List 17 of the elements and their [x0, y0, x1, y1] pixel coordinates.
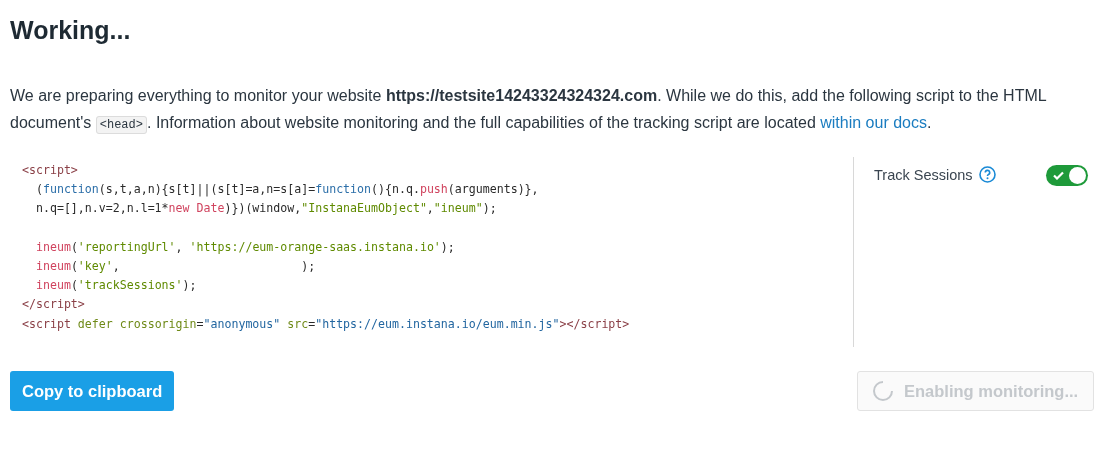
check-icon [1053, 171, 1064, 180]
code-line: (function(s,t,a,n){s[t]||(s[t]=a,n=s[a]=function(){n.q.push(arguments)}, [34, 181, 539, 199]
copy-button[interactable]: Copy to clipboard [10, 371, 175, 411]
code-line: <script defer crossorigin="anonymous" src="https://eum.instana.io/eum.min.js"></script> [22, 315, 630, 333]
code-line: <script> [22, 162, 78, 179]
help-icon[interactable] [978, 166, 996, 183]
docs-link[interactable]: within our docs [820, 114, 927, 131]
track-sessions-label: Track Sessions [874, 166, 973, 185]
code-line: n.q=[],n.v=2,n.l=1*new Date)})(window,"InstanaEumObject","ineum"); [34, 200, 497, 218]
spinner-icon [872, 380, 894, 402]
intro-paragraph: We are preparing everything to monitor your website https://testsite14243324324324.com. While we do this, add the following script to the HTML document's <head> . Information about website monitoring and the full capabilities of the tracking script are located within our docs. [10, 86, 1048, 136]
code-line: ineum('key', ); [34, 257, 316, 275]
code-line: </script> [22, 296, 85, 314]
code-line: ineum('reportingUrl', 'https://eum-orange-saas.instana.io'); [34, 238, 455, 256]
code-line: ineum('trackSessions'); [34, 277, 197, 295]
track-sessions-toggle[interactable] [1046, 165, 1088, 186]
page-title: Working... [10, 15, 132, 46]
